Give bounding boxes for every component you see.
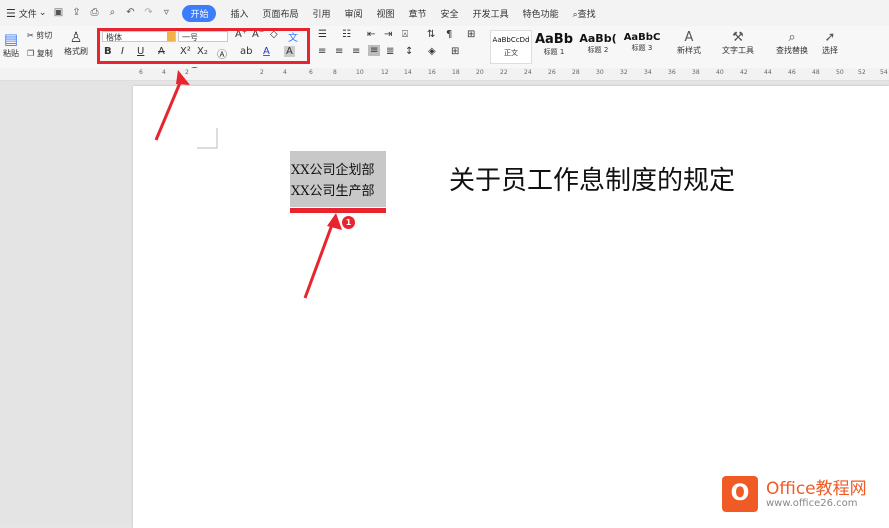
arrow-to-font-group <box>154 77 184 141</box>
watermark-logo: O Office教程网 www.office26.com <box>722 472 882 516</box>
office-logo-icon: O <box>722 476 758 512</box>
annotation-arrows <box>154 70 342 299</box>
watermark-brand: Office教程网 <box>766 479 867 499</box>
arrow-to-selection <box>303 221 335 299</box>
arrowhead-icon <box>327 213 342 230</box>
arrowhead-icon <box>176 70 190 85</box>
margin-corner-mark <box>197 128 218 149</box>
watermark-url: www.office26.com <box>766 498 858 509</box>
